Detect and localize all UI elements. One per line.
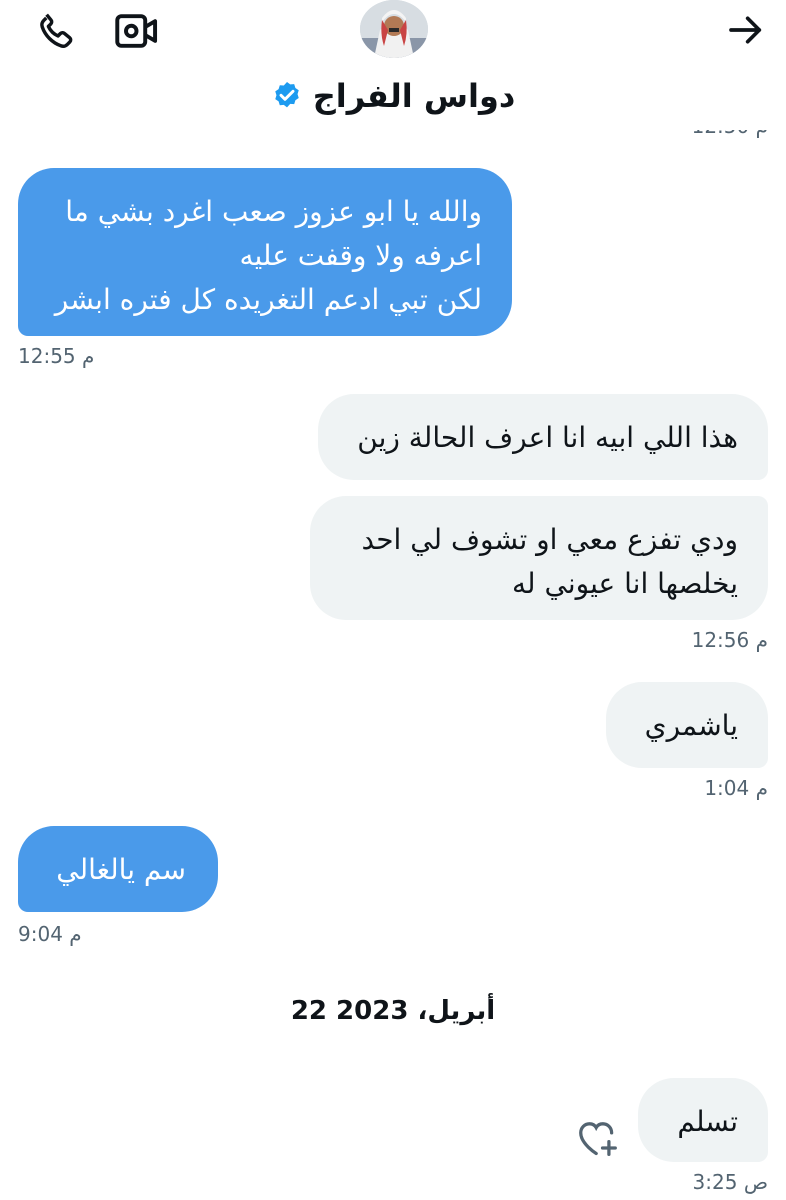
message-bubble[interactable]: ودي تفزع معي او تشوف لي احد يخلصها انا ع… xyxy=(310,496,768,620)
message-timestamp: 3:25 ص xyxy=(692,1170,768,1194)
message-line: يخلصها انا عيوني له xyxy=(512,567,738,600)
message-bubble[interactable]: ياشمري xyxy=(606,682,768,768)
verified-badge-icon xyxy=(275,82,299,108)
heart-plus-icon[interactable] xyxy=(576,1118,620,1158)
message-line: هذا اللي ابيه انا اعرف الحالة زين xyxy=(357,421,738,454)
video-camera-icon[interactable] xyxy=(114,12,160,50)
message-line: ودي تفزع معي او تشوف لي احد xyxy=(361,523,738,556)
title-row: دواس الفراج xyxy=(0,70,786,122)
message-timestamp: 12:55 م xyxy=(18,344,95,368)
message-timestamp: 12:56 م xyxy=(691,628,768,652)
avatar[interactable] xyxy=(360,0,428,58)
message-timestamp: 9:04 م xyxy=(18,922,82,946)
date-separator: 22 أبريل، 2023 xyxy=(290,996,496,1026)
message-line: سم يالغالي xyxy=(56,853,186,886)
message-bubble[interactable]: هذا اللي ابيه انا اعرف الحالة زين xyxy=(318,394,768,480)
conversation-header: دواس الفراج xyxy=(0,0,786,130)
message-line: تسلم xyxy=(677,1105,738,1138)
message-bubble[interactable]: سم يالغالي xyxy=(18,826,218,912)
message-bubble[interactable]: والله يا ابو عزوز صعب اغرد بشي ما اعرفه … xyxy=(18,168,512,336)
message-line: اعرفه ولا وقفت عليه xyxy=(239,239,482,272)
message-line: لكن تبي ادعم التغريده كل فتره ابشر xyxy=(54,283,482,316)
message-bubble[interactable]: تسلم xyxy=(638,1078,768,1162)
phone-icon[interactable] xyxy=(34,8,80,54)
arrow-right-icon[interactable] xyxy=(724,10,768,50)
message-timestamp: 1:04 م xyxy=(704,776,768,800)
message-line: ياشمري xyxy=(644,709,738,742)
conversation-title[interactable]: دواس الفراج xyxy=(313,77,516,115)
message-line: والله يا ابو عزوز صعب اغرد بشي ما xyxy=(65,195,482,228)
